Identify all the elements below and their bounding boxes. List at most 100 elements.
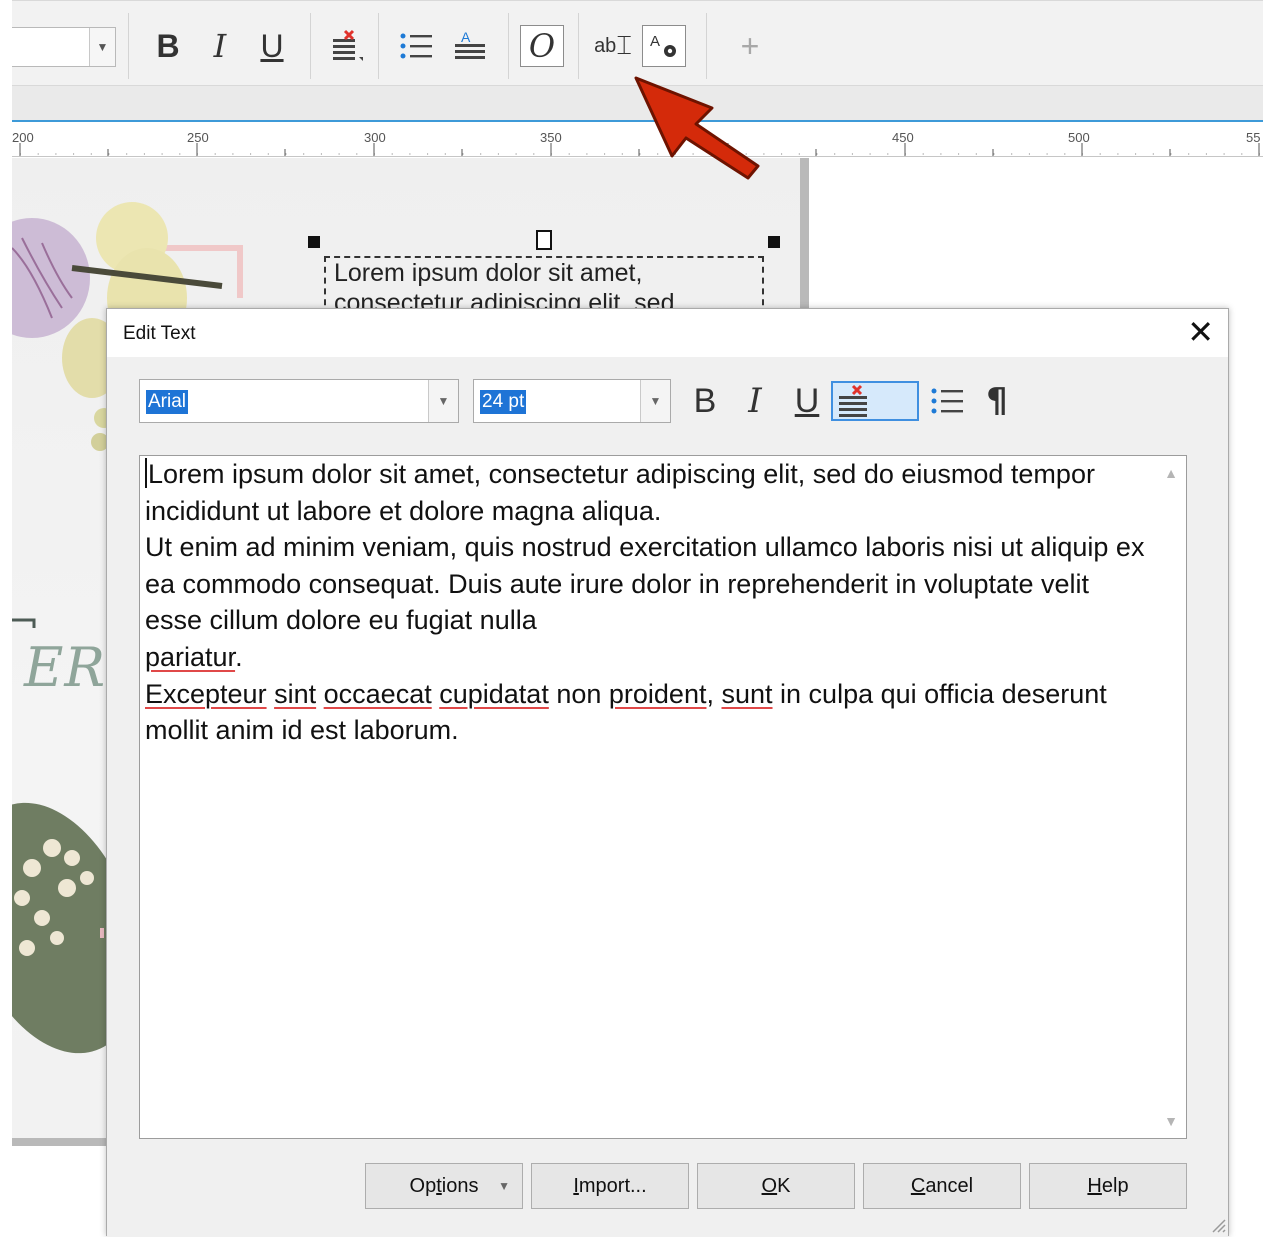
clear-format-icon xyxy=(333,29,363,61)
clear-format-button[interactable] xyxy=(831,381,919,421)
ruler-label: 55 xyxy=(1246,130,1261,145)
dialog-titlebar[interactable]: Edit Text ✕ xyxy=(107,309,1228,357)
bold-button[interactable]: B xyxy=(687,381,723,421)
ruler-label: 350 xyxy=(540,130,562,145)
clear-format-icon xyxy=(839,384,867,417)
resize-grip-icon[interactable] xyxy=(1208,1215,1226,1233)
underline-button[interactable]: U xyxy=(789,381,825,421)
bold-button[interactable]: B xyxy=(150,25,186,67)
help-label-part: elp xyxy=(1101,1174,1129,1197)
help-label-part: H xyxy=(1087,1174,1102,1197)
misspelled-word: pariatur xyxy=(145,641,236,672)
decorative-heading: ER xyxy=(24,636,107,699)
chevron-up-icon[interactable]: ▲ xyxy=(1156,458,1186,488)
misspelled-word: proident xyxy=(608,678,707,709)
toolbar-separator xyxy=(128,13,129,79)
import-button[interactable]: Import... xyxy=(531,1163,689,1209)
font-size-combo[interactable]: 24 pt ▼ xyxy=(473,379,671,423)
text-caret xyxy=(145,458,147,488)
import-label-part: mport... xyxy=(578,1174,647,1197)
ok-label-part: K xyxy=(777,1174,791,1197)
italic-button[interactable]: I xyxy=(202,25,238,67)
dialog-body: Arial ▼ 24 pt ▼ B I U ¶ Lorem ipsum dolo… xyxy=(107,357,1228,1237)
options-label: Options xyxy=(410,1175,479,1198)
cancel-label-part: C xyxy=(910,1174,926,1197)
clear-format-button[interactable] xyxy=(328,25,368,67)
underline-icon: U xyxy=(260,27,284,64)
annotation-arrow xyxy=(634,76,760,180)
misspelled-word: sint xyxy=(274,678,317,709)
paragraph-text: , xyxy=(706,678,722,709)
close-icon[interactable]: ✕ xyxy=(1187,313,1214,351)
selection-handle[interactable] xyxy=(536,230,552,250)
paragraph-text xyxy=(316,679,324,709)
bold-icon: B xyxy=(693,381,717,420)
toolbar-separator xyxy=(508,13,509,79)
paragraph-2: Ut enim ad minim veniam, quis nostrud ex… xyxy=(145,529,1145,675)
text-properties-icon: A xyxy=(650,33,676,57)
misspelled-word: occaecat xyxy=(323,678,432,709)
ok-button[interactable]: OK xyxy=(697,1163,855,1209)
options-button[interactable]: Options ▼ xyxy=(365,1163,523,1209)
underline-icon: U xyxy=(794,381,820,420)
vertical-scrollbar[interactable]: ▲ ▼ xyxy=(1156,456,1186,1138)
ruler-label: 300 xyxy=(364,130,386,145)
ruler-label: 250 xyxy=(187,130,209,145)
text-highlight-button[interactable]: A xyxy=(450,25,490,67)
bullet-list-button[interactable] xyxy=(929,381,965,421)
paragraph-text: . xyxy=(235,641,243,672)
misspelled-word: sunt xyxy=(721,678,773,709)
edit-text-dialog: Edit Text ✕ Arial ▼ 24 pt ▼ B I U ¶ Lore… xyxy=(106,308,1229,1237)
plus-icon: + xyxy=(740,27,760,64)
chevron-down-icon: ▼ xyxy=(498,1179,510,1193)
chevron-down-icon[interactable]: ▼ xyxy=(640,380,670,422)
font-size-combo[interactable]: ▼ xyxy=(12,27,116,67)
chevron-down-icon[interactable]: ▼ xyxy=(89,28,115,66)
italic-button[interactable]: I xyxy=(737,381,773,421)
cancel-button[interactable]: Cancel xyxy=(863,1163,1021,1209)
bullet-list-button[interactable] xyxy=(396,25,436,67)
paragraph-text: Ut enim ad minim veniam, quis nostrud ex… xyxy=(145,532,1145,636)
paragraph-3: Excepteur sint occaecat cupidatat non pr… xyxy=(145,676,1145,749)
selected-text-frame[interactable]: Lorem ipsum dolor sit amet, consectetur … xyxy=(324,256,764,316)
paragraph-text xyxy=(267,679,275,709)
paragraph-1: Lorem ipsum dolor sit amet, consectetur … xyxy=(145,456,1145,529)
paragraph-marks-button[interactable]: ¶ xyxy=(977,381,1017,421)
italic-style-icon: O xyxy=(528,27,556,65)
toolbar-separator xyxy=(310,13,311,79)
chevron-down-icon[interactable]: ▼ xyxy=(428,380,458,422)
options-label-part: ions xyxy=(441,1174,479,1197)
underline-button[interactable]: U xyxy=(254,25,290,67)
ok-label-part: O xyxy=(761,1174,778,1197)
svg-text:A: A xyxy=(650,33,660,50)
misspelled-word: cupidatat xyxy=(439,678,549,709)
selection-handle[interactable] xyxy=(768,236,780,248)
font-size-value: 24 pt xyxy=(480,390,527,414)
text-editor[interactable]: Lorem ipsum dolor sit amet, consectetur … xyxy=(139,455,1187,1139)
editor-content[interactable]: Lorem ipsum dolor sit amet, consectetur … xyxy=(145,456,1145,749)
bold-icon: B xyxy=(156,27,180,64)
help-button[interactable]: Help xyxy=(1029,1163,1187,1209)
ruler-label: 200 xyxy=(12,130,34,145)
font-family-value: Arial xyxy=(146,390,189,414)
selection-handle[interactable] xyxy=(308,236,320,248)
toolbar-separator xyxy=(378,13,379,79)
italic-icon: I xyxy=(748,381,762,421)
paragraph-text: non xyxy=(548,678,609,709)
bullet-list-icon xyxy=(931,388,963,414)
chevron-down-icon[interactable]: ▼ xyxy=(1156,1106,1186,1136)
paragraph-text: Lorem ipsum dolor sit amet, consectetur … xyxy=(145,459,1095,526)
font-family-combo[interactable]: Arial ▼ xyxy=(139,379,459,423)
options-label-part: Op xyxy=(409,1174,437,1197)
svg-text:A: A xyxy=(461,29,471,45)
ruler-label: 500 xyxy=(1068,130,1090,145)
ruler-label: 450 xyxy=(892,130,914,145)
italic-style-button[interactable]: O xyxy=(520,25,564,67)
paragraph-icon: ¶ xyxy=(986,381,1008,421)
edit-text-icon: ab xyxy=(594,34,617,57)
cancel-label-part: ancel xyxy=(925,1174,974,1197)
toolbar-separator xyxy=(578,13,579,79)
text-highlight-icon: A xyxy=(455,29,485,59)
dialog-title: Edit Text xyxy=(123,323,196,344)
misspelled-word: Excepteur xyxy=(145,678,267,709)
